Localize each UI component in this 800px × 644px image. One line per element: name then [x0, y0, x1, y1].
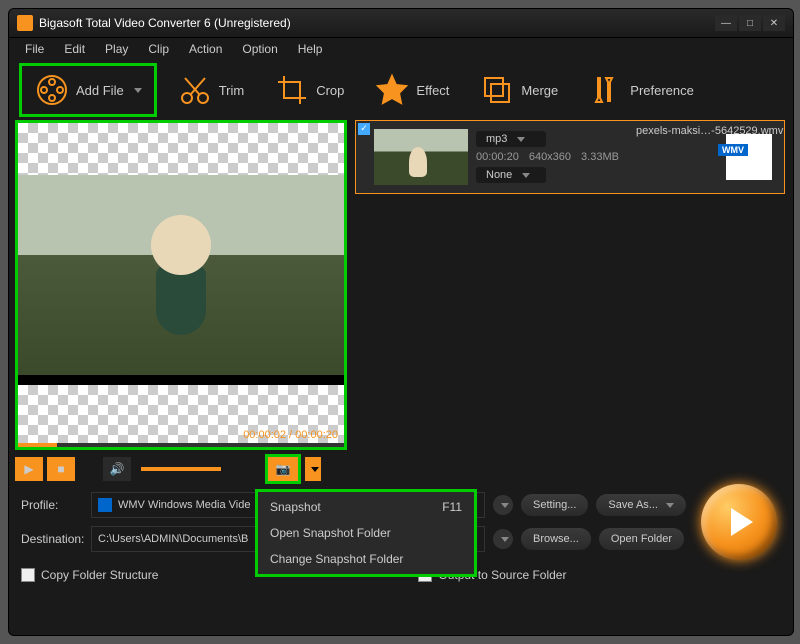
checker-bg — [18, 123, 344, 175]
destination-dropdown[interactable] — [493, 529, 513, 549]
menu-clip[interactable]: Clip — [140, 40, 177, 58]
trim-button[interactable]: Trim — [167, 68, 255, 112]
preference-label: Preference — [630, 83, 694, 98]
file-list: ✓ mp3 00:00:20 640x360 3.33MB None pexel… — [355, 120, 785, 450]
format-select[interactable]: mp3 — [476, 131, 546, 147]
close-button[interactable]: ✕ — [763, 15, 785, 31]
progress-bar[interactable] — [18, 443, 344, 447]
file-size: 3.33MB — [581, 151, 619, 163]
app-window: Bigasoft Total Video Converter 6 (Unregi… — [8, 8, 794, 636]
wmv-icon — [98, 498, 112, 512]
app-icon — [17, 15, 33, 31]
effect-button[interactable]: Effect — [364, 68, 459, 112]
merge-label: Merge — [521, 83, 558, 98]
format-badge: WMV — [718, 144, 748, 156]
effect-label: Effect — [416, 83, 449, 98]
snapshot-button[interactable]: 📷 — [265, 454, 301, 484]
crop-icon — [274, 72, 310, 108]
open-folder-button[interactable]: Open Folder — [599, 528, 684, 550]
preference-button[interactable]: Preference — [578, 68, 704, 112]
snapshot-dropdown[interactable] — [305, 457, 321, 481]
menubar: File Edit Play Clip Action Option Help — [9, 38, 793, 60]
playback-controls: ▶ ■ 🔊 📷 — [15, 454, 793, 484]
destination-label: Destination: — [21, 532, 83, 546]
copy-folder-checkbox[interactable] — [21, 568, 35, 582]
toolbar: Add File Trim Crop Effect Merge Preferen… — [9, 60, 793, 120]
titlebar: Bigasoft Total Video Converter 6 (Unregi… — [9, 9, 793, 38]
trim-label: Trim — [219, 83, 245, 98]
menu-edit[interactable]: Edit — [56, 40, 93, 58]
preview-image — [18, 175, 344, 375]
open-snapshot-folder-menuitem[interactable]: Open Snapshot Folder — [260, 520, 472, 546]
stop-button[interactable]: ■ — [47, 457, 75, 481]
add-file-button[interactable]: Add File — [24, 68, 152, 112]
file-duration: 00:00:20 — [476, 151, 519, 163]
tools-icon — [588, 72, 624, 108]
window-title: Bigasoft Total Video Converter 6 (Unregi… — [39, 16, 715, 30]
reel-icon — [34, 72, 70, 108]
format-icon: WMV — [726, 134, 772, 180]
maximize-button[interactable]: □ — [739, 15, 761, 31]
setting-button[interactable]: Setting... — [521, 494, 588, 516]
browse-button[interactable]: Browse... — [521, 528, 591, 550]
merge-icon — [479, 72, 515, 108]
checker-bg: 00:00:02 / 00:00:20 — [18, 385, 344, 447]
menu-action[interactable]: Action — [181, 40, 230, 58]
chevron-down-icon — [134, 88, 142, 93]
menu-play[interactable]: Play — [97, 40, 136, 58]
play-button[interactable]: ▶ — [15, 457, 43, 481]
snapshot-menuitem[interactable]: SnapshotF11 — [260, 494, 472, 520]
change-snapshot-folder-menuitem[interactable]: Change Snapshot Folder — [260, 546, 472, 572]
file-resolution: 640x360 — [529, 151, 571, 163]
menu-option[interactable]: Option — [234, 40, 285, 58]
file-thumbnail — [374, 129, 468, 185]
snapshot-menu: SnapshotF11 Open Snapshot Folder Change … — [255, 489, 477, 577]
menu-file[interactable]: File — [17, 40, 52, 58]
profile-label: Profile: — [21, 498, 83, 512]
add-file-label: Add File — [76, 83, 124, 98]
checkbox-checked-icon[interactable]: ✓ — [358, 123, 370, 135]
merge-button[interactable]: Merge — [469, 68, 568, 112]
subtitle-select[interactable]: None — [476, 167, 546, 183]
convert-button[interactable] — [701, 484, 777, 560]
volume-slider[interactable] — [141, 467, 221, 471]
file-item[interactable]: ✓ mp3 00:00:20 640x360 3.33MB None pexel… — [355, 120, 785, 194]
save-as-button[interactable]: Save As... — [596, 494, 686, 516]
preview-pane: 00:00:02 / 00:00:20 — [15, 120, 347, 450]
add-file-highlight: Add File — [19, 63, 157, 117]
crop-label: Crop — [316, 83, 344, 98]
volume-button[interactable]: 🔊 — [103, 457, 131, 481]
scissors-icon — [177, 72, 213, 108]
star-icon — [374, 72, 410, 108]
copy-folder-label: Copy Folder Structure — [41, 568, 158, 582]
menu-help[interactable]: Help — [290, 40, 331, 58]
timecode: 00:00:02 / 00:00:20 — [243, 429, 338, 441]
minimize-button[interactable]: — — [715, 15, 737, 31]
profile-dropdown[interactable] — [493, 495, 513, 515]
crop-button[interactable]: Crop — [264, 68, 354, 112]
